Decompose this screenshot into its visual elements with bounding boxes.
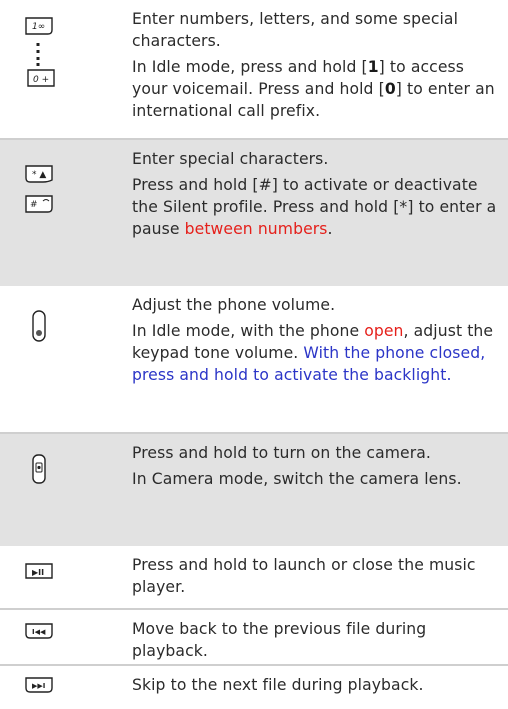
description-detail: In Idle mode, press and hold [1] to acce… <box>132 58 495 120</box>
icon-cell <box>0 286 118 432</box>
forward-key-icon: ▶▶I <box>25 677 53 693</box>
description-line: Skip to the next file during playback. <box>132 676 424 694</box>
description-cell: Press and hold to launch or close the mu… <box>132 546 504 598</box>
icon-cell: ▶▶I <box>0 666 118 709</box>
icon-cell: * ▲ # <box>0 140 118 286</box>
icon-cell: I◀◀ <box>0 610 118 664</box>
description-detail: In Idle mode, with the phone open, adjus… <box>132 322 494 384</box>
volume-key-icon <box>32 310 46 342</box>
svg-text:▶II: ▶II <box>32 568 44 577</box>
star-key-icon: * ▲ <box>25 165 53 183</box>
camera-key-icon <box>32 454 46 484</box>
description-line: Adjust the phone volume. <box>132 296 336 314</box>
table-row-play-pause-key: ▶II Press and hold to launch or close th… <box>0 546 508 608</box>
table-row-forward-key: ▶▶I Skip to the next file during playbac… <box>0 666 508 709</box>
description-line: Press and hold to turn on the camera. <box>132 444 431 462</box>
svg-text:▶▶I: ▶▶I <box>32 682 45 690</box>
icon-cell: 1∞ 0 + <box>0 0 118 138</box>
table-row-rewind-key: I◀◀ Move back to the previous file durin… <box>0 610 508 664</box>
icon-cell <box>0 434 118 546</box>
description-cell: Adjust the phone volume. In Idle mode, w… <box>132 286 504 386</box>
description-cell: Enter special characters. Press and hold… <box>132 140 504 240</box>
svg-text:* ▲: * ▲ <box>32 170 46 180</box>
description-line: Enter numbers, letters, and some special… <box>132 10 459 50</box>
table-row-camera-key: Press and hold to turn on the camera. In… <box>0 434 508 546</box>
play-pause-key-icon: ▶II <box>25 563 53 579</box>
rewind-key-icon: I◀◀ <box>25 623 53 639</box>
hash-key-icon: # <box>25 195 53 213</box>
svg-text:#: # <box>30 200 38 210</box>
description-cell: Enter numbers, letters, and some special… <box>132 0 504 122</box>
description-detail: In Camera mode, switch the camera lens. <box>132 470 462 488</box>
ellipsis-vertical-icon <box>36 43 40 66</box>
svg-text:0 +: 0 + <box>33 75 49 85</box>
key-1-icon: 1∞ <box>25 17 53 35</box>
table-row-volume-key: Adjust the phone volume. In Idle mode, w… <box>0 286 508 432</box>
svg-text:1∞: 1∞ <box>32 22 45 32</box>
svg-text:I◀◀: I◀◀ <box>32 628 46 636</box>
description-cell: Skip to the next file during playback. <box>132 666 504 696</box>
description-line: Press and hold to launch or close the mu… <box>132 556 476 596</box>
description-cell: Press and hold to turn on the camera. In… <box>132 434 504 490</box>
description-detail: Press and hold [#] to activate or deacti… <box>132 176 497 238</box>
table-row-special-keys: * ▲ # Enter special characters. Press an… <box>0 140 508 286</box>
icon-cell: ▶II <box>0 546 118 608</box>
table-row-number-keys: 1∞ 0 + Enter numbers, letters, and some … <box>0 0 508 138</box>
key-0-icon: 0 + <box>27 69 55 87</box>
description-line: Move back to the previous file during pl… <box>132 620 427 660</box>
description-cell: Move back to the previous file during pl… <box>132 610 504 662</box>
description-line: Enter special characters. <box>132 150 329 168</box>
